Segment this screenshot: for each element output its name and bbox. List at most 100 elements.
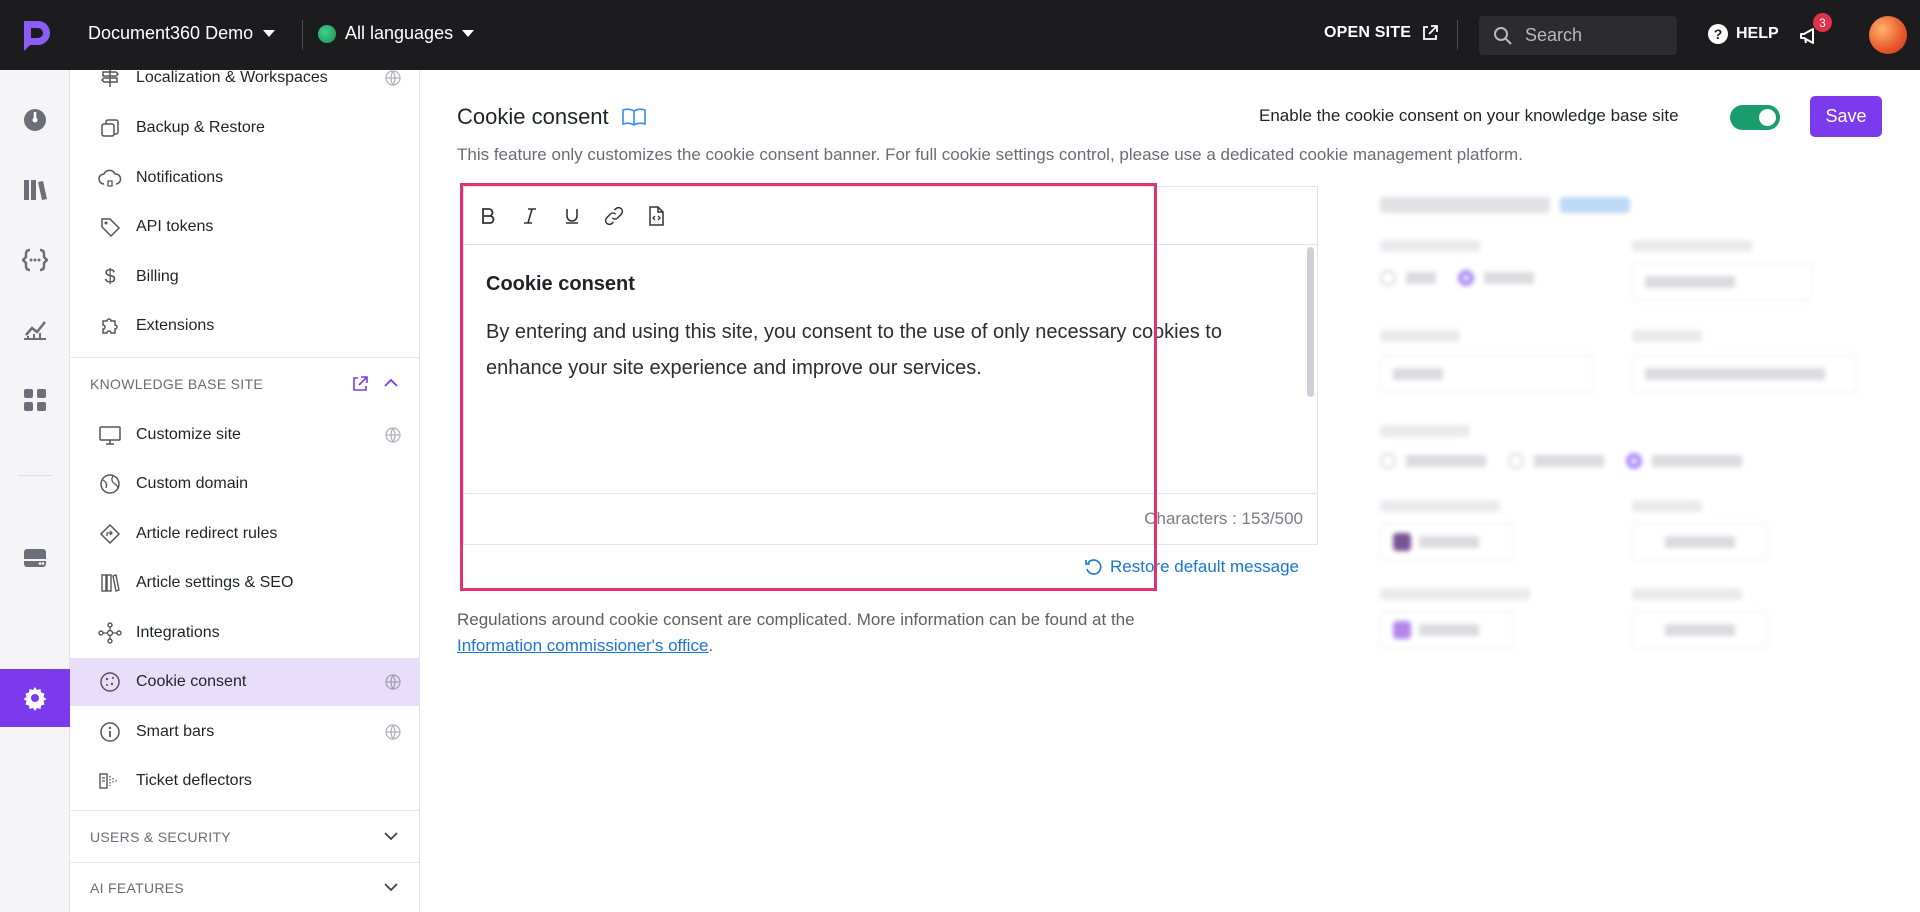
search-input[interactable]: Search — [1479, 16, 1677, 55]
blurred-label — [1380, 425, 1470, 437]
language-switcher[interactable]: All languages — [318, 23, 475, 44]
project-name: Document360 Demo — [88, 23, 254, 43]
sidebar-item-smart-bars[interactable]: Smart bars — [70, 708, 419, 756]
sidebar-item-extensions[interactable]: Extensions — [70, 302, 419, 350]
language-label: All languages — [345, 23, 454, 43]
sidebar-item-article-settings-seo[interactable]: Article settings & SEO — [70, 559, 419, 607]
globe-icon — [385, 70, 401, 86]
sidebar-item-localization[interactable]: Localization & Workspaces — [70, 70, 419, 102]
enable-cookie-toggle[interactable] — [1730, 105, 1780, 130]
chevron-down-icon[interactable] — [383, 881, 399, 893]
globe-icon — [385, 724, 401, 740]
sidebar-item-ticket-deflectors[interactable]: Ticket deflectors — [70, 757, 419, 805]
blurred-color-picker — [1380, 611, 1515, 649]
chevron-up-icon[interactable] — [383, 377, 399, 389]
sidebar-item-cookie-consent[interactable]: Cookie consent — [70, 658, 419, 706]
sidebar-item-integrations[interactable]: Integrations — [70, 609, 419, 657]
section-title: USERS & SECURITY — [90, 829, 231, 845]
open-site-link[interactable]: OPEN SITE — [1324, 24, 1439, 42]
domain-globe-icon — [98, 472, 122, 496]
blurred-label — [1632, 588, 1742, 600]
help-button[interactable]: ? HELP — [1708, 24, 1779, 44]
user-avatar[interactable] — [1869, 16, 1907, 54]
blurred-label — [1632, 330, 1702, 342]
app-rail — [0, 70, 70, 912]
page-subtitle: This feature only customizes the cookie … — [457, 145, 1523, 164]
sidebar-item-backup[interactable]: Backup & Restore — [70, 104, 419, 152]
top-bar: Document360 Demo All languages OPEN SITE… — [0, 0, 1920, 70]
blurred-color-picker — [1632, 523, 1767, 561]
sidebar-item-label: Customize site — [136, 426, 241, 443]
cookie-icon — [98, 670, 122, 694]
editor-scrollbar[interactable] — [1307, 247, 1314, 397]
project-switcher[interactable]: Document360 Demo — [88, 23, 276, 44]
gear-icon — [23, 687, 47, 711]
blurred-title-bar — [1380, 197, 1550, 213]
external-link-icon[interactable] — [351, 375, 369, 393]
page-title-text: Cookie consent — [457, 104, 609, 129]
blurred-input — [1632, 355, 1857, 393]
sidebar-item-redirect-rules[interactable]: Article redirect rules — [70, 510, 419, 558]
blurred-color-picker — [1380, 523, 1515, 561]
external-link-icon — [1423, 25, 1439, 40]
sidebar-item-customize-site[interactable]: Customize site — [70, 411, 419, 459]
page-title: Cookie consent — [457, 104, 647, 130]
apps-grid-icon[interactable] — [22, 387, 48, 413]
section-title: KNOWLEDGE BASE SITE — [90, 376, 263, 392]
sidebar-item-label: Localization & Workspaces — [136, 70, 328, 86]
chevron-down-icon[interactable] — [383, 830, 399, 842]
sidebar-item-billing[interactable]: $ Billing — [70, 253, 419, 301]
information-commissioner-link[interactable]: Information commissioner's office — [457, 636, 708, 655]
sidebar-item-label: Integrations — [136, 624, 220, 641]
help-label: HELP — [1736, 25, 1779, 42]
notification-badge: 3 — [1813, 13, 1832, 32]
monitor-icon — [98, 423, 122, 447]
document360-logo[interactable] — [18, 17, 54, 53]
analytics-icon[interactable] — [22, 317, 48, 343]
sidebar-item-label: Custom domain — [136, 475, 249, 492]
sidebar-item-label: Article settings & SEO — [136, 574, 294, 591]
divider — [70, 810, 419, 811]
dashboard-icon[interactable] — [22, 107, 48, 133]
sidebar-item-label: Notifications — [136, 169, 224, 186]
book-open-icon[interactable] — [621, 107, 647, 127]
settings-rail-item[interactable] — [0, 669, 70, 727]
divider — [70, 357, 419, 358]
blurred-label — [1380, 588, 1530, 600]
globe-icon — [385, 674, 401, 690]
globe-icon — [318, 24, 336, 43]
sidebar-item-api-tokens[interactable]: API tokens — [70, 203, 419, 251]
caret-down-icon — [462, 30, 475, 37]
open-site-label: OPEN SITE — [1324, 24, 1412, 41]
sidebar-item-label: Article redirect rules — [136, 525, 278, 542]
info-icon — [98, 720, 122, 744]
regulations-note: Regulations around cookie consent are co… — [457, 607, 1277, 659]
globe-icon — [385, 427, 401, 443]
section-knowledge-base-site[interactable]: KNOWLEDGE BASE SITE — [70, 359, 419, 409]
sidebar-item-label: API tokens — [136, 218, 214, 235]
sidebar-item-label: Billing — [136, 268, 179, 285]
sidebar-item-notifications[interactable]: Notifications — [70, 154, 419, 202]
api-icon[interactable] — [22, 247, 48, 273]
settings-sidebar: Localization & Workspaces Backup & Resto… — [70, 70, 420, 912]
sidebar-item-label: Smart bars — [136, 723, 215, 740]
enable-cookie-label: Enable the cookie consent on your knowle… — [1259, 106, 1679, 125]
redirect-icon — [98, 522, 122, 546]
toggle-knob — [1759, 109, 1776, 126]
section-ai-features[interactable]: AI FEATURES — [70, 863, 419, 912]
section-users-security[interactable]: USERS & SECURITY — [70, 812, 419, 862]
search-icon — [1494, 26, 1512, 45]
sidebar-item-custom-domain[interactable]: Custom domain — [70, 460, 419, 508]
divider — [18, 475, 52, 476]
blurred-label — [1380, 240, 1480, 252]
regulations-text: Regulations around cookie consent are co… — [457, 610, 1135, 629]
backup-icon — [98, 116, 122, 140]
save-button[interactable]: Save — [1810, 96, 1882, 137]
dollar-icon: $ — [104, 265, 116, 288]
documents-icon[interactable] — [22, 177, 48, 203]
character-count-text: Characters : 153/500 — [1144, 509, 1303, 528]
divider — [1457, 20, 1458, 50]
blurred-label — [1632, 500, 1702, 512]
sidebar-item-label: Ticket deflectors — [136, 772, 252, 789]
drive-icon[interactable] — [22, 545, 48, 571]
